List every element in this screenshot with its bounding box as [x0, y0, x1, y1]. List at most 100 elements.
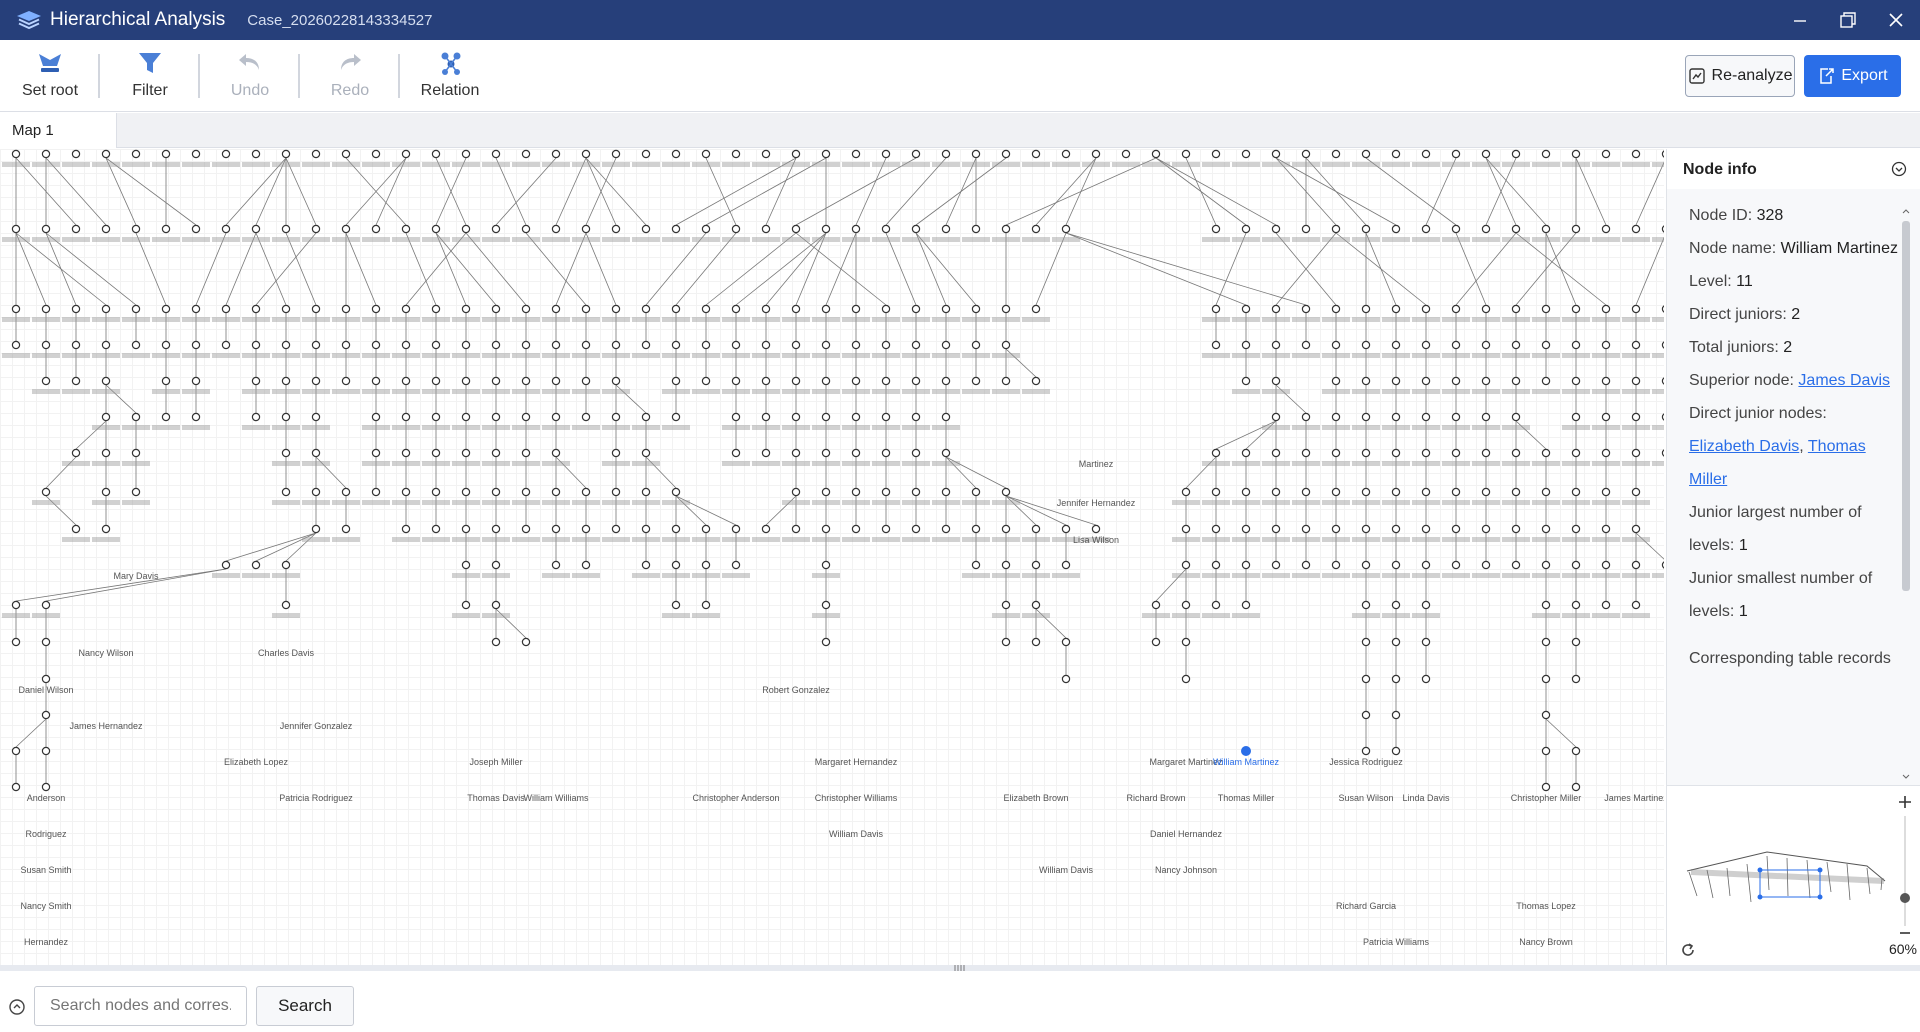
tree-node[interactable] [1061, 224, 1071, 234]
tree-node[interactable] [1601, 149, 1611, 159]
tree-node[interactable] [341, 524, 351, 534]
tree-node[interactable] [821, 524, 831, 534]
hierarchy-tree[interactable]: Martinez Jennifer Hernandez Lisa Wilson Mar… [0, 149, 1664, 965]
tree-node[interactable] [911, 524, 921, 534]
tree-node[interactable] [41, 674, 51, 684]
tree-node[interactable] [1061, 637, 1071, 647]
tree-node[interactable] [281, 412, 291, 422]
tree-node[interactable] [1481, 149, 1491, 159]
tree-node[interactable] [71, 304, 81, 314]
minimize-button[interactable] [1776, 0, 1824, 40]
tree-node[interactable] [1421, 674, 1431, 684]
tree-node[interactable] [671, 304, 681, 314]
tree-node[interactable] [1211, 524, 1221, 534]
tree-node[interactable] [581, 340, 591, 350]
tree-node[interactable] [701, 340, 711, 350]
tree-node[interactable] [641, 412, 651, 422]
tree-node[interactable] [1661, 377, 1664, 385]
tree-node[interactable] [911, 487, 921, 497]
tree-node[interactable] [551, 524, 561, 534]
tree-node[interactable] [1001, 524, 1011, 534]
tree-node[interactable] [1571, 600, 1581, 610]
tree-node[interactable] [251, 412, 261, 422]
tree-node[interactable] [1301, 412, 1311, 422]
tree-node[interactable] [71, 224, 81, 234]
tree-node[interactable] [11, 746, 21, 756]
tree-node[interactable] [1301, 524, 1311, 534]
tree-node[interactable] [1571, 560, 1581, 570]
tree-node[interactable] [1271, 224, 1281, 234]
tree-node[interactable] [851, 487, 861, 497]
tree-node[interactable] [731, 304, 741, 314]
tree-node[interactable] [971, 487, 981, 497]
tree-node[interactable] [1151, 600, 1161, 610]
tree-node[interactable] [1511, 524, 1521, 534]
tree-node[interactable] [11, 149, 21, 159]
tree-node[interactable] [131, 224, 141, 234]
tree-node[interactable] [761, 149, 771, 159]
tree-node[interactable] [1451, 524, 1461, 534]
tree-node[interactable] [1031, 600, 1041, 610]
tree-node[interactable] [1421, 487, 1431, 497]
tree-node[interactable] [1511, 224, 1521, 234]
tree-node[interactable] [461, 524, 471, 534]
tree-node[interactable] [371, 487, 381, 497]
tree-node[interactable] [341, 304, 351, 314]
tree-node[interactable] [1511, 149, 1521, 159]
tree-node[interactable] [461, 224, 471, 234]
tree-node[interactable] [1031, 560, 1041, 570]
tree-node[interactable] [1451, 304, 1461, 314]
tree-node[interactable] [191, 412, 201, 422]
tree-node[interactable] [71, 340, 81, 350]
tree-node[interactable] [1241, 600, 1251, 610]
tree-node[interactable] [581, 560, 591, 570]
tree-node[interactable] [1421, 412, 1431, 422]
tree-node[interactable] [1331, 340, 1341, 350]
tree-node[interactable] [1241, 224, 1251, 234]
tree-node[interactable] [731, 560, 741, 570]
tree-node[interactable] [641, 560, 651, 570]
tree-node[interactable] [1241, 149, 1251, 159]
tree-node[interactable] [761, 340, 771, 350]
tree-node[interactable] [731, 524, 741, 534]
tree-node[interactable] [551, 560, 561, 570]
tree-node[interactable] [1331, 224, 1341, 234]
tree-node[interactable] [701, 560, 711, 570]
tree-node[interactable] [1241, 560, 1251, 570]
tree-node[interactable] [1151, 637, 1161, 647]
tree-node[interactable] [1391, 224, 1401, 234]
tree-node[interactable] [1031, 224, 1041, 234]
tree-node[interactable] [1451, 340, 1461, 350]
filter-button[interactable]: Filter [105, 40, 195, 112]
tree-node[interactable] [1271, 149, 1281, 159]
tree-node[interactable] [1271, 560, 1281, 570]
tree-node[interactable] [1571, 448, 1581, 458]
tree-node[interactable] [191, 224, 201, 234]
tree-node[interactable] [311, 304, 321, 314]
tree-node[interactable] [1391, 600, 1401, 610]
tree-node[interactable] [1361, 412, 1371, 422]
tree-node[interactable] [611, 448, 621, 458]
tree-node[interactable] [1541, 149, 1551, 159]
tree-node[interactable] [401, 376, 411, 386]
tree-node[interactable] [1301, 487, 1311, 497]
tree-node[interactable] [461, 560, 471, 570]
tree-node[interactable] [911, 149, 921, 159]
zoom-in-icon[interactable] [1897, 794, 1913, 810]
tree-node[interactable] [1301, 304, 1311, 314]
tree-node[interactable] [1151, 149, 1161, 159]
tree-node[interactable] [1391, 710, 1401, 720]
tree-node[interactable] [161, 304, 171, 314]
tree-node[interactable] [1571, 674, 1581, 684]
tree-node[interactable] [911, 448, 921, 458]
tree-node[interactable] [911, 412, 921, 422]
restore-button[interactable] [1824, 0, 1872, 40]
tree-node[interactable] [881, 448, 891, 458]
tree-node[interactable] [281, 600, 291, 610]
tree-node[interactable] [131, 487, 141, 497]
tree-node[interactable] [1571, 782, 1581, 792]
tree-node[interactable] [1301, 340, 1311, 350]
tree-node[interactable] [1421, 376, 1431, 386]
tree-node[interactable] [1361, 637, 1371, 647]
tree-node[interactable] [161, 412, 171, 422]
